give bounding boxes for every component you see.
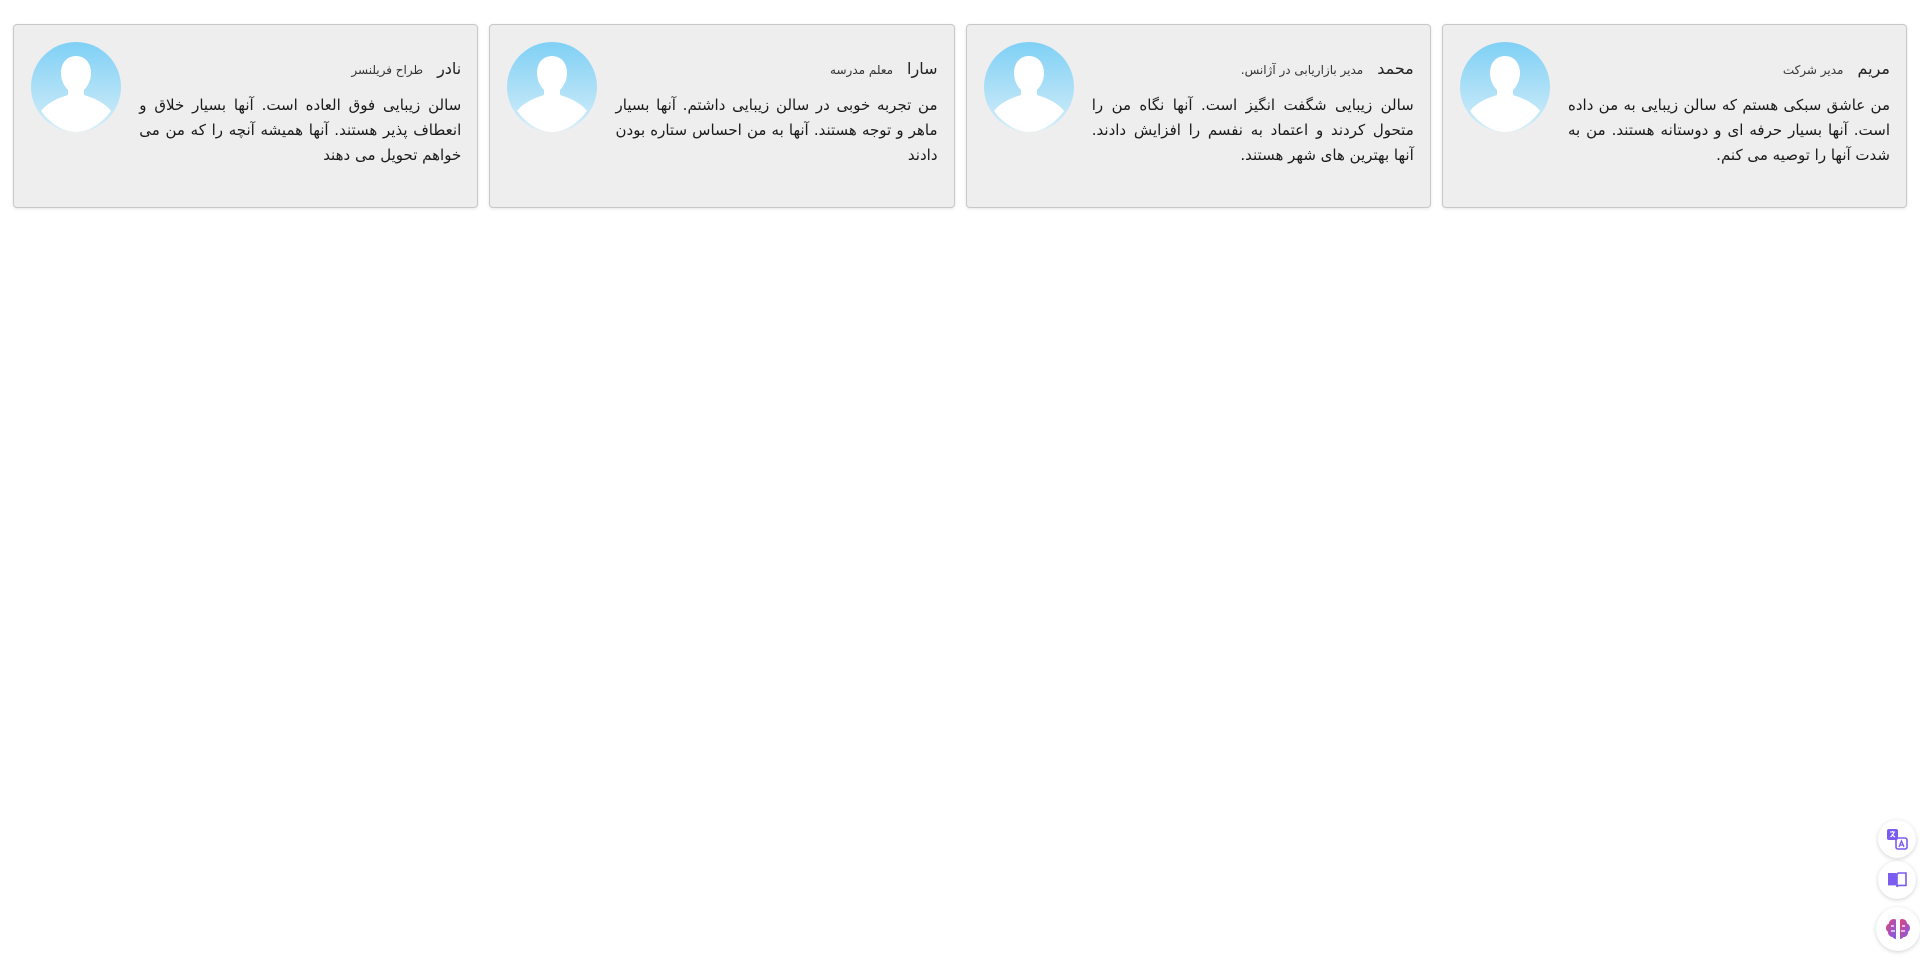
testimonial-card: نادر طراح فریلنسر سالن زیبایی فوق العاده… <box>13 24 479 208</box>
reader-button[interactable] <box>1878 861 1916 899</box>
testimonial-quote: من تجربه خوبی در سالن زیبایی داشتم. آنها… <box>615 96 938 164</box>
avatar <box>1459 42 1550 132</box>
testimonial-role: معلم مدرسه <box>830 63 894 77</box>
ai-assistant-button[interactable] <box>1876 907 1920 951</box>
user-silhouette-icon <box>983 42 1074 132</box>
testimonial-name: مریم <box>1857 59 1891 78</box>
avatar <box>507 42 598 132</box>
testimonial-role: مدیر شرکت <box>1782 63 1844 77</box>
user-silhouette-icon <box>1459 42 1550 132</box>
user-silhouette-icon <box>507 42 598 132</box>
testimonial-quote: من عاشق سبکی هستم که سالن زیبایی به من د… <box>1568 96 1890 164</box>
testimonial-card: مریم مدیر شرکت من عاشق سبکی هستم که سالن… <box>1441 24 1907 208</box>
ai-brain-icon <box>1886 919 1910 939</box>
testimonial-quote: سالن زیبایی فوق العاده است. آنها بسیار خ… <box>139 96 462 164</box>
avatar <box>31 42 121 132</box>
testimonial-card: سارا معلم مدرسه من تجربه خوبی در سالن زی… <box>489 24 955 208</box>
user-silhouette-icon <box>31 42 121 132</box>
reader-book-icon <box>1888 872 1907 888</box>
testimonial-name: سارا <box>907 59 938 78</box>
testimonial-quote: سالن زیبایی شگفت انگیز است. آنها نگاه من… <box>1091 96 1414 164</box>
testimonial-role: طراح فریلنسر <box>351 63 424 77</box>
testimonial-name: نادر <box>437 59 462 78</box>
avatar <box>983 42 1074 132</box>
translate-button[interactable] <box>1878 820 1916 858</box>
testimonial-name: محمد <box>1377 59 1414 78</box>
testimonial-card: محمد مدیر بازاریابی در آژانس. سالن زیبای… <box>965 24 1431 208</box>
translate-icon <box>1887 829 1908 850</box>
testimonials-list: مریم مدیر شرکت من عاشق سبکی هستم که سالن… <box>13 24 1907 208</box>
testimonial-role: مدیر بازاریابی در آژانس. <box>1240 63 1364 77</box>
